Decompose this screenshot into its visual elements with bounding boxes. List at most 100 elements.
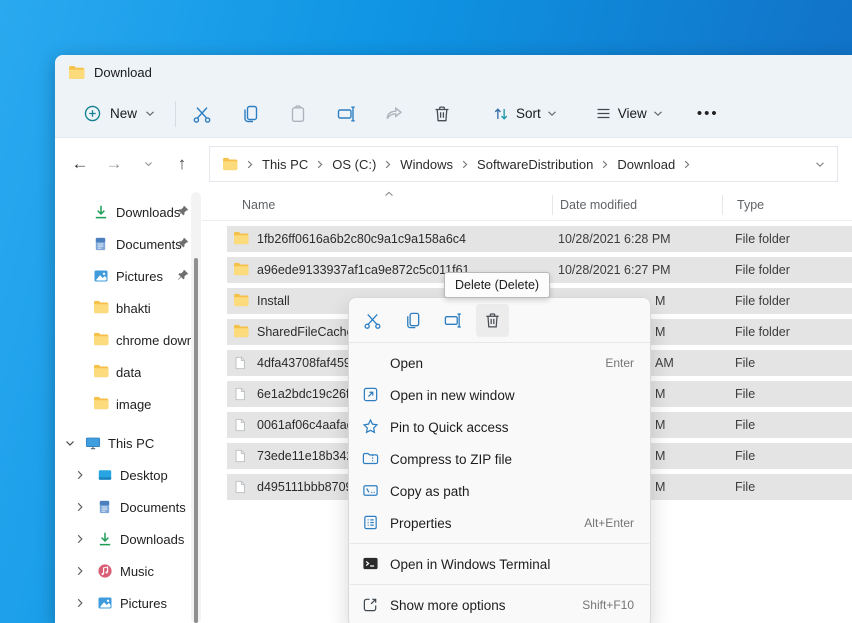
- up-button[interactable]: ↑: [169, 151, 195, 177]
- menu-item-properties[interactable]: Properties Alt+Enter: [349, 507, 650, 539]
- file-date: M: [655, 480, 665, 494]
- rename-button[interactable]: [330, 98, 362, 130]
- properties-icon: [362, 514, 380, 532]
- sidebar-item-label: Downloads: [120, 532, 184, 547]
- breadcrumb-this-pc[interactable]: This PC: [262, 157, 308, 172]
- address-bar[interactable]: This PC OS (C:) Windows SoftwareDistribu…: [209, 146, 838, 182]
- chevron-down-icon[interactable]: [63, 437, 76, 450]
- file-date: M: [655, 449, 665, 463]
- copy-button[interactable]: [396, 304, 429, 337]
- rename-button[interactable]: [436, 304, 469, 337]
- menu-item-compress-to-zip[interactable]: Compress to ZIP file: [349, 443, 650, 475]
- sidebar-item-label: image: [116, 397, 151, 412]
- document-icon: [93, 236, 109, 252]
- file-date: AM: [655, 356, 674, 370]
- copy-button[interactable]: [234, 98, 266, 130]
- view-button[interactable]: View: [587, 100, 671, 127]
- sidebar-item-label: Desktop: [120, 468, 168, 483]
- column-header-type[interactable]: Type: [737, 198, 764, 212]
- delete-button[interactable]: [426, 98, 458, 130]
- share-button[interactable]: [378, 98, 410, 130]
- sidebar-item-downloads-pc[interactable]: Downloads: [55, 523, 202, 555]
- column-divider[interactable]: [722, 195, 723, 215]
- menu-item-copy-as-path[interactable]: Copy as path: [349, 475, 650, 507]
- file-icon: [233, 479, 249, 495]
- sidebar-item-data[interactable]: data: [55, 356, 202, 388]
- terminal-icon: [362, 555, 380, 573]
- cut-button[interactable]: [186, 98, 218, 130]
- sidebar-item-label: bhakti: [116, 301, 151, 316]
- sidebar-item-bhakti[interactable]: bhakti: [55, 292, 202, 324]
- sidebar-item-documents-pc[interactable]: Documents: [55, 491, 202, 523]
- file-name: 0061af06c4aafac5: [257, 418, 360, 432]
- file-row[interactable]: 1fb26ff0616a6b2c80c9a1c9a158a6c4 10/28/2…: [227, 226, 852, 252]
- more-options-button[interactable]: •••: [697, 105, 719, 122]
- sidebar-item-label: Documents: [116, 237, 182, 252]
- sidebar-item-desktop[interactable]: Desktop: [55, 459, 202, 491]
- chevron-down-icon: [547, 110, 557, 117]
- menu-separator: [350, 584, 649, 585]
- menu-item-open[interactable]: Open Enter: [349, 347, 650, 379]
- navigation-bar: ← → ↑ This PC OS (C:) Windows SoftwareDi…: [55, 138, 852, 190]
- sidebar-item-this-pc[interactable]: This PC: [55, 427, 202, 459]
- breadcrumb-softwaredistribution[interactable]: SoftwareDistribution: [477, 157, 593, 172]
- paste-button[interactable]: [282, 98, 314, 130]
- sidebar-item-image[interactable]: image: [55, 388, 202, 420]
- breadcrumb-os-c[interactable]: OS (C:): [332, 157, 376, 172]
- menu-item-open-in-new-window[interactable]: Open in new window: [349, 379, 650, 411]
- back-button[interactable]: ←: [67, 151, 93, 177]
- menu-item-label: Open in new window: [390, 388, 634, 403]
- new-button[interactable]: New: [75, 99, 163, 128]
- file-date: M: [655, 325, 665, 339]
- column-header-date-modified[interactable]: Date modified: [560, 198, 637, 212]
- menu-item-open-in-windows-terminal[interactable]: Open in Windows Terminal: [349, 548, 650, 580]
- sidebar-item-label: Downloads: [116, 205, 180, 220]
- menu-item-shortcut: Enter: [605, 356, 634, 370]
- menu-item-label: Open: [390, 356, 605, 371]
- delete-tooltip: Delete (Delete): [444, 272, 550, 298]
- chevron-right-icon[interactable]: [73, 501, 86, 514]
- window-title: Download: [94, 65, 152, 80]
- file-name: 4dfa43708faf4597: [257, 356, 358, 370]
- file-date: 10/28/2021 6:28 PM: [558, 232, 671, 246]
- menu-item-show-more-options[interactable]: Show more options Shift+F10: [349, 589, 650, 621]
- chevron-right-icon[interactable]: [73, 533, 86, 546]
- sort-ascending-caret-icon: [384, 191, 394, 197]
- menu-item-pin-to-quick-access[interactable]: Pin to Quick access: [349, 411, 650, 443]
- sidebar-scrollbar-thumb[interactable]: [194, 258, 198, 623]
- pin-icon: [177, 237, 189, 249]
- breadcrumb-download[interactable]: Download: [617, 157, 675, 172]
- file-name: SharedFileCache: [257, 325, 354, 339]
- chevron-right-icon[interactable]: [73, 597, 86, 610]
- chevron-right-icon[interactable]: [73, 469, 86, 482]
- new-button-label: New: [110, 106, 137, 121]
- file-type: File folder: [735, 294, 790, 308]
- sidebar-item-downloads[interactable]: Downloads: [55, 196, 202, 228]
- delete-button[interactable]: [476, 304, 509, 337]
- sidebar-item-label: Pictures: [116, 269, 163, 284]
- sidebar-item-pictures-pc[interactable]: Pictures: [55, 587, 202, 619]
- file-name: 1fb26ff0616a6b2c80c9a1c9a158a6c4: [257, 232, 466, 246]
- chevron-right-icon[interactable]: [73, 565, 86, 578]
- folder-icon: [68, 65, 85, 80]
- recent-locations-chevron[interactable]: [135, 151, 161, 177]
- sidebar-item-music[interactable]: Music: [55, 555, 202, 587]
- sidebar-item-chrome-downloads[interactable]: chrome downlo: [55, 324, 202, 356]
- breadcrumb-chevron-icon: [385, 160, 391, 169]
- forward-button[interactable]: →: [101, 151, 127, 177]
- cut-icon: [363, 311, 382, 330]
- sidebar-item-pictures[interactable]: Pictures: [55, 260, 202, 292]
- file-date: M: [655, 294, 665, 308]
- breadcrumb-chevron-icon: [462, 160, 468, 169]
- share-icon: [384, 104, 404, 124]
- breadcrumb-windows[interactable]: Windows: [400, 157, 453, 172]
- column-divider[interactable]: [552, 195, 553, 215]
- rename-icon: [443, 311, 462, 330]
- address-dropdown-chevron[interactable]: [815, 161, 825, 168]
- pin-icon: [177, 269, 189, 281]
- sort-button[interactable]: Sort: [484, 100, 565, 128]
- chevron-down-icon: [145, 110, 155, 117]
- column-header-name[interactable]: Name: [242, 198, 275, 212]
- cut-button[interactable]: [356, 304, 389, 337]
- sidebar-item-documents[interactable]: Documents: [55, 228, 202, 260]
